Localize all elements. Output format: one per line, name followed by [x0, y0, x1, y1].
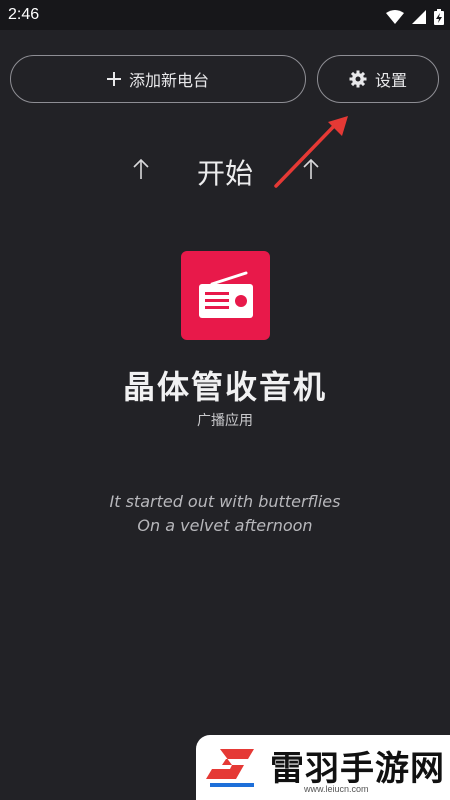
- add-station-label: 添加新电台: [128, 71, 209, 90]
- signal-icon: [411, 9, 426, 24]
- add-station-button[interactable]: 添加新电台: [10, 55, 306, 103]
- status-time: 2:46: [8, 6, 40, 23]
- start-label: 开始: [196, 157, 253, 190]
- start-row[interactable]: 开始: [0, 140, 450, 200]
- battery-charging-icon: [434, 8, 444, 25]
- plus-icon: [106, 72, 121, 86]
- lyrics-line-1: It started out with butterflies: [109, 492, 341, 511]
- app-title: 晶体管收音机: [122, 368, 327, 406]
- up-arrow-icon: [303, 158, 319, 179]
- watermark-logo-icon: [206, 749, 254, 787]
- status-icons: [383, 6, 444, 25]
- wifi-icon: [385, 9, 404, 24]
- app-subtitle: 广播应用: [197, 413, 253, 429]
- settings-label: 设置: [374, 71, 407, 90]
- gear-icon: [349, 70, 367, 88]
- watermark-url: www.leiucn.com: [304, 784, 369, 794]
- lyrics-line-2: On a velvet afternoon: [137, 516, 313, 535]
- watermark-name: 雷羽手游网: [270, 749, 445, 789]
- settings-button[interactable]: 设置: [317, 55, 439, 103]
- lyrics: It started out with butterflies On a vel…: [0, 490, 450, 538]
- radio-icon: [198, 271, 253, 318]
- app-icon: [181, 251, 270, 340]
- status-bar: 2:46: [0, 0, 450, 30]
- watermark: 雷羽手游网 www.leiucn.com: [196, 735, 450, 800]
